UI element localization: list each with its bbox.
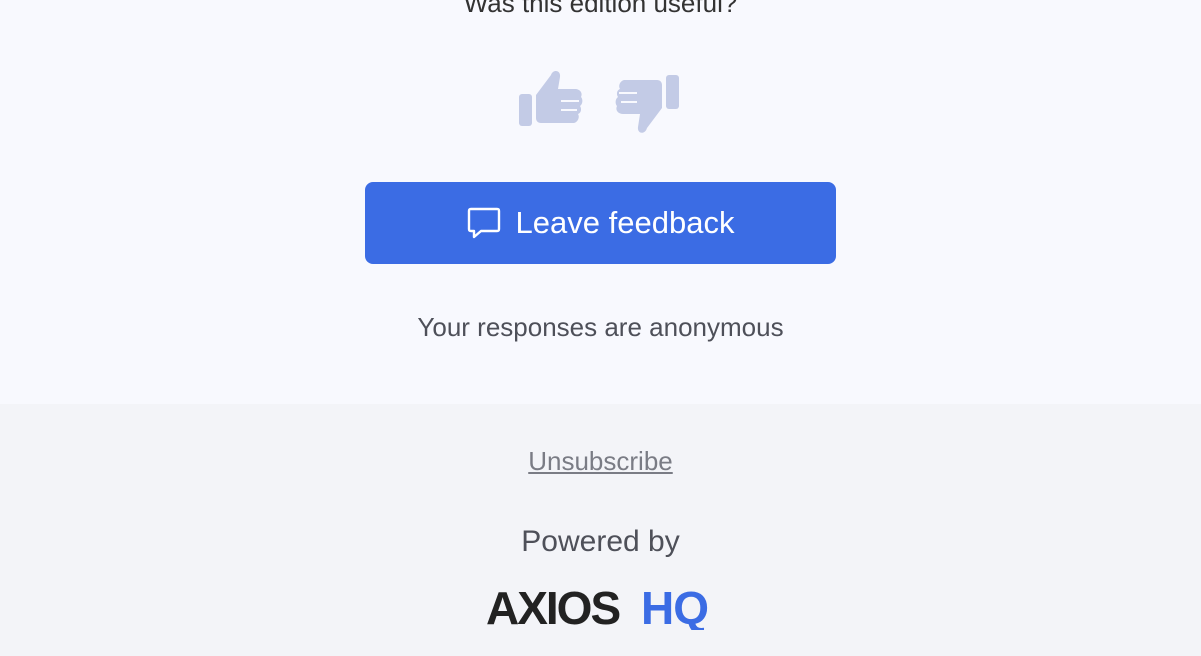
axios-hq-logo-mark: AXIOS HQ (486, 584, 709, 630)
unsubscribe-link[interactable]: Unsubscribe (528, 446, 673, 476)
logo-word-axios: AXIOS (486, 584, 619, 630)
axios-hq-logo: AXIOS HQ (0, 584, 1201, 635)
anonymity-note: Your responses are anonymous (417, 312, 784, 342)
leave-feedback-label: Leave feedback (515, 205, 735, 240)
feedback-section: Was this edition useful? Leave feedback … (0, 0, 1201, 404)
newsletter-footer-page: Was this edition useful? Leave feedback … (0, 0, 1201, 656)
footer: Unsubscribe Powered by AXIOS HQ (0, 404, 1201, 656)
thumbs-down-icon (615, 75, 679, 133)
thumbs-down-button[interactable] (615, 64, 681, 138)
powered-by-text: Powered by (521, 525, 680, 558)
rating-buttons (517, 64, 683, 138)
feedback-question: Was this edition useful? (463, 0, 738, 18)
thumbs-up-icon (519, 71, 583, 126)
leave-feedback-button[interactable]: Leave feedback (365, 182, 836, 264)
chat-bubble-icon (467, 207, 500, 239)
logo-word-hq: HQ (641, 584, 708, 630)
thumbs-up-button[interactable] (517, 64, 583, 138)
unsubscribe-row: Unsubscribe (0, 444, 1201, 478)
